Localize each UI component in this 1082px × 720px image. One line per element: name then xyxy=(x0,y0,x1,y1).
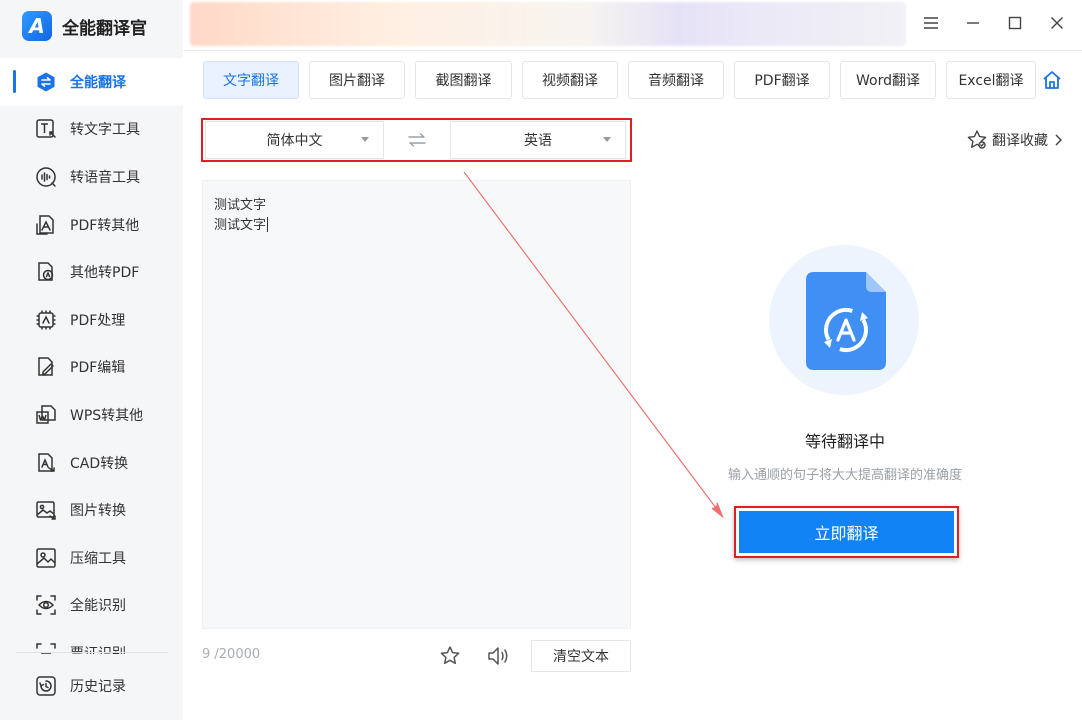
sidebar-item-label: 转语音工具 xyxy=(70,169,140,186)
sidebar-item-pdf-edit[interactable]: PDF编辑 xyxy=(0,344,183,392)
translation-status: 等待翻译中 xyxy=(804,432,885,451)
sidebar-item-history[interactable]: 历史记录 xyxy=(0,662,183,710)
translation-hint: 输入通顺的句子将大大提高翻译的准确度 xyxy=(727,468,962,483)
sidebar-item-label: PDF转其他 xyxy=(70,217,140,234)
target-language-select[interactable]: 英语 xyxy=(450,121,626,159)
sidebar-item-pdf-process[interactable]: PDF处理 xyxy=(0,296,183,344)
text-cursor xyxy=(267,217,269,232)
sidebar-item-ticket-scan[interactable]: 票证识别 xyxy=(0,629,183,654)
sidebar-item-image-convert[interactable]: 图片转换 xyxy=(0,486,183,534)
clear-text-button[interactable]: 清空文本 xyxy=(531,640,631,672)
sidebar-item-label: 图片转换 xyxy=(70,503,126,520)
sidebar-item-pdf-to-other[interactable]: PDF转其他 xyxy=(0,201,183,249)
recognize-eye-icon xyxy=(34,593,58,617)
source-text-input[interactable]: 测试文字 测试文字 xyxy=(202,180,631,629)
header-divider xyxy=(183,50,1082,51)
tab-screenshot-translate[interactable]: 截图翻译 xyxy=(415,61,512,99)
close-icon[interactable] xyxy=(1046,12,1068,34)
voice-wave-icon xyxy=(34,165,58,189)
chevron-right-icon xyxy=(1054,134,1062,146)
sidebar-item-text-tool[interactable]: 转文字工具 xyxy=(0,106,183,154)
translate-button-highlight: 立即翻译 xyxy=(734,506,959,558)
sidebar-divider xyxy=(16,652,168,653)
chevron-down-icon xyxy=(361,137,369,142)
history-icon xyxy=(34,674,58,698)
home-icon[interactable] xyxy=(1040,68,1064,92)
sidebar-item-label: WPS转其他 xyxy=(70,407,144,424)
sidebar-item-cad-convert[interactable]: CAD转换 xyxy=(0,439,183,487)
swap-languages-button[interactable] xyxy=(384,121,450,159)
sidebar-item-label: PDF处理 xyxy=(70,312,126,329)
translation-favorites-link[interactable]: 翻译收藏 xyxy=(966,129,1062,151)
sidebar-nav: 全能翻译 转文字工具 转语音工具 PDF转其他 其他转PDF PDF处理 PDF… xyxy=(0,58,183,654)
source-language-select[interactable]: 简体中文 xyxy=(205,121,384,159)
tab-excel-translate[interactable]: Excel翻译 xyxy=(946,61,1036,99)
tab-bar: 文字翻译 图片翻译 截图翻译 视频翻译 音频翻译 PDF翻译 Word翻译 Ex… xyxy=(203,61,1036,99)
tab-word-translate[interactable]: Word翻译 xyxy=(840,61,936,99)
window-controls xyxy=(920,12,1068,34)
compress-icon xyxy=(34,546,58,570)
maximize-icon[interactable] xyxy=(1004,12,1026,34)
speaker-icon[interactable] xyxy=(486,644,512,668)
target-language-label: 英语 xyxy=(524,133,552,149)
tab-text-translate[interactable]: 文字翻译 xyxy=(203,61,299,99)
wps-convert-icon xyxy=(34,403,58,427)
top-banner[interactable] xyxy=(190,2,906,46)
pdf-process-icon xyxy=(34,308,58,332)
sidebar-item-voice-tool[interactable]: 转语音工具 xyxy=(0,153,183,201)
chevron-down-icon xyxy=(603,137,611,142)
input-text-line: 测试文字 xyxy=(214,198,267,213)
sidebar-item-label: 历史记录 xyxy=(70,678,126,695)
pdf-import-icon xyxy=(34,260,58,284)
swap-arrows-icon xyxy=(408,133,426,147)
pdf-edit-icon xyxy=(34,355,58,379)
translate-document-icon xyxy=(806,272,886,370)
sidebar-item-recognize[interactable]: 全能识别 xyxy=(0,582,183,630)
tab-image-translate[interactable]: 图片翻译 xyxy=(309,61,405,99)
sidebar-item-label: CAD转换 xyxy=(70,455,129,472)
language-selector-bar: 简体中文 英语 xyxy=(201,118,632,162)
sidebar-item-label: 全能翻译 xyxy=(70,74,126,91)
favorites-label: 翻译收藏 xyxy=(992,133,1048,149)
sidebar-item-label: 其他转PDF xyxy=(70,265,140,282)
sidebar-item-all-translate[interactable]: 全能翻译 xyxy=(0,58,183,106)
sidebar-item-label: PDF编辑 xyxy=(70,360,126,377)
character-counter: 9 /20000 xyxy=(202,647,261,662)
minimize-icon[interactable] xyxy=(962,12,984,34)
source-language-label: 简体中文 xyxy=(266,133,323,149)
menu-icon[interactable] xyxy=(920,12,942,34)
app-logo-icon: A xyxy=(22,11,52,41)
input-text-line: 测试文字 xyxy=(214,214,269,233)
image-convert-icon xyxy=(34,498,58,522)
input-text-line-content: 测试文字 xyxy=(214,218,267,233)
cad-convert-icon xyxy=(34,451,58,475)
pdf-export-icon xyxy=(34,213,58,237)
star-badge-icon xyxy=(966,129,988,151)
sidebar-item-wps-to-other[interactable]: WPS转其他 xyxy=(0,391,183,439)
sidebar-item-label: 全能识别 xyxy=(70,598,126,615)
sidebar-item-label: 压缩工具 xyxy=(70,550,126,567)
translate-now-button[interactable]: 立即翻译 xyxy=(739,511,954,553)
tab-video-translate[interactable]: 视频翻译 xyxy=(522,61,618,99)
sidebar-item-compress-tool[interactable]: 压缩工具 xyxy=(0,534,183,582)
star-icon[interactable] xyxy=(438,644,462,668)
sidebar-item-label: 转文字工具 xyxy=(70,122,140,139)
sidebar-item-other-to-pdf[interactable]: 其他转PDF xyxy=(0,248,183,296)
app-logo: A 全能翻译官 xyxy=(22,8,147,44)
translate-swap-icon xyxy=(34,70,58,94)
tab-pdf-translate[interactable]: PDF翻译 xyxy=(734,61,830,99)
app-title: 全能翻译官 xyxy=(62,18,147,39)
tab-audio-translate[interactable]: 音频翻译 xyxy=(628,61,724,99)
text-convert-icon xyxy=(34,117,58,141)
sidebar: A 全能翻译官 全能翻译 转文字工具 转语音工具 PDF转其他 其他转PDF P… xyxy=(0,0,183,720)
